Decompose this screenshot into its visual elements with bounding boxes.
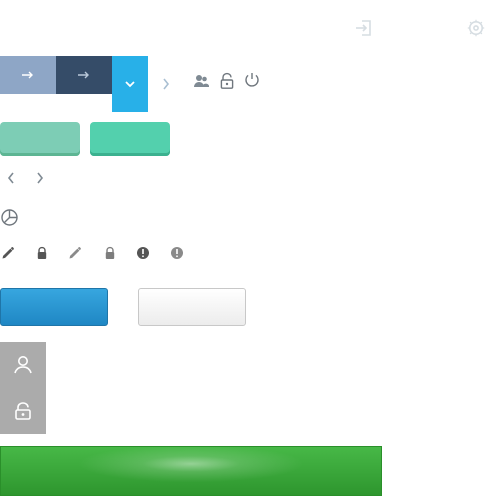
power-icon[interactable] <box>243 71 261 89</box>
chevron-right-icon[interactable] <box>35 171 45 185</box>
arrow-right-icon <box>77 70 91 80</box>
user-icon[interactable] <box>12 354 34 376</box>
chevron-right-icon[interactable] <box>160 76 172 92</box>
lock-icon[interactable] <box>34 245 50 261</box>
side-panel <box>0 342 46 434</box>
teal-button-2[interactable] <box>90 122 170 156</box>
lock-icon[interactable] <box>102 245 118 261</box>
pencil-icon[interactable] <box>67 245 83 261</box>
dropdown-button[interactable] <box>112 56 148 112</box>
unlock-icon[interactable] <box>12 400 34 422</box>
settings-icon[interactable] <box>466 18 486 38</box>
arrow-right-button-2[interactable] <box>56 56 112 94</box>
teal-button-1[interactable] <box>0 122 80 156</box>
pie-chart-icon[interactable] <box>0 207 20 227</box>
green-progress-bar[interactable] <box>0 446 382 496</box>
users-icon[interactable] <box>192 73 210 89</box>
chevron-left-icon[interactable] <box>6 171 16 185</box>
unlock-icon[interactable] <box>219 72 235 90</box>
blue-button[interactable] <box>0 288 108 326</box>
arrow-right-icon <box>21 70 35 80</box>
alert-icon[interactable] <box>135 245 151 261</box>
arrow-right-button-1[interactable] <box>0 56 56 94</box>
alert-icon[interactable] <box>169 245 185 261</box>
pencil-icon[interactable] <box>0 245 16 261</box>
login-icon[interactable] <box>354 18 376 38</box>
chevron-down-icon <box>124 79 136 89</box>
white-button[interactable] <box>138 288 246 326</box>
toolbar-icons <box>192 71 262 91</box>
